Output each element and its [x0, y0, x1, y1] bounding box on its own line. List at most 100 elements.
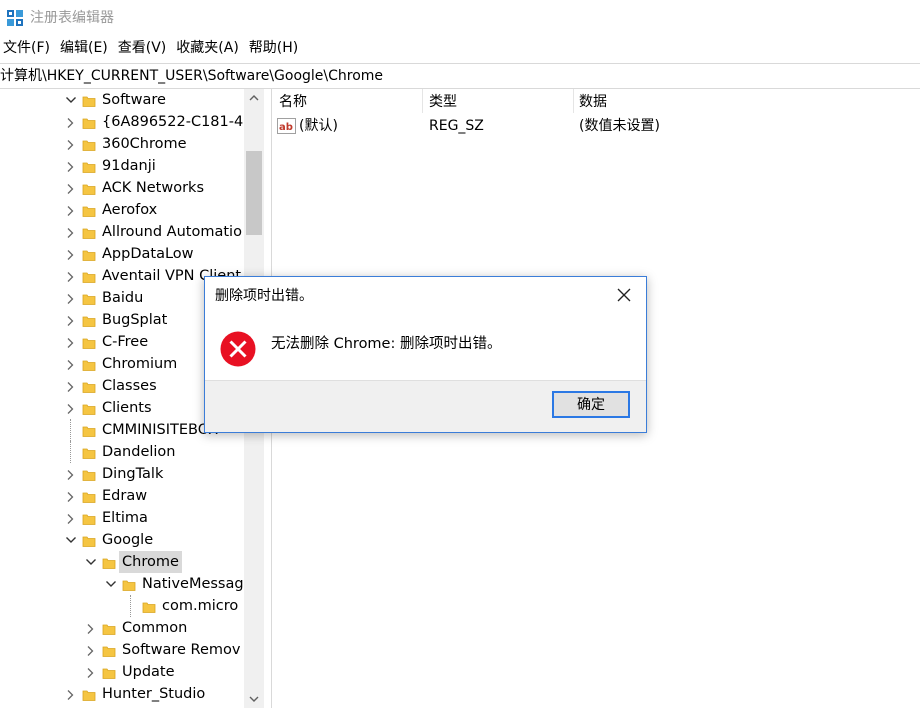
tree-item-nativemessag[interactable]: NativeMessag — [0, 573, 244, 595]
menu-file[interactable]: 文件(F) — [0, 37, 57, 59]
close-icon[interactable] — [614, 285, 634, 305]
tree-item-label: Software — [102, 92, 166, 108]
tree-item-label: NativeMessag — [142, 576, 244, 592]
tree-connector — [130, 595, 139, 617]
folder-icon — [82, 379, 96, 393]
chevron-right-icon[interactable] — [64, 243, 78, 265]
scroll-down-arrow[interactable] — [244, 690, 264, 708]
chevron-right-icon[interactable] — [64, 375, 78, 397]
chevron-right-icon[interactable] — [64, 397, 78, 419]
title-bar: 注册表编辑器 — [0, 0, 920, 36]
folder-icon — [82, 445, 96, 459]
folder-icon — [122, 577, 136, 591]
chevron-right-icon[interactable] — [64, 199, 78, 221]
tree-item-google[interactable]: Google — [0, 529, 244, 551]
tree-item-label: Classes — [102, 378, 157, 394]
folder-icon — [82, 159, 96, 173]
tree-item-update[interactable]: Update — [0, 661, 244, 683]
chevron-right-icon[interactable] — [64, 133, 78, 155]
dialog-footer: 确定 — [205, 380, 646, 432]
scroll-thumb[interactable] — [246, 151, 262, 235]
tree-item-eltima[interactable]: Eltima — [0, 507, 244, 529]
chevron-right-icon[interactable] — [64, 221, 78, 243]
menu-favorites[interactable]: 收藏夹(A) — [173, 37, 246, 59]
folder-icon — [82, 225, 96, 239]
folder-icon — [82, 313, 96, 327]
string-value-icon: ab — [277, 118, 296, 134]
tree-item-allround-automatio[interactable]: Allround Automatio — [0, 221, 244, 243]
folder-icon — [102, 665, 116, 679]
chevron-right-icon[interactable] — [64, 331, 78, 353]
tree-item-common[interactable]: Common — [0, 617, 244, 639]
tree-item-label: Update — [122, 664, 175, 680]
tree-item-dingtalk[interactable]: DingTalk — [0, 463, 244, 485]
folder-icon — [82, 489, 96, 503]
chevron-down-icon[interactable] — [84, 551, 98, 573]
chevron-right-icon[interactable] — [84, 661, 98, 683]
chevron-right-icon[interactable] — [64, 155, 78, 177]
value-name: (默认) — [299, 118, 338, 134]
tree-item-software[interactable]: Software — [0, 89, 244, 111]
window-title: 注册表编辑器 — [30, 10, 114, 26]
folder-icon — [82, 467, 96, 481]
value-row[interactable]: ab (默认) REG_SZ (数值未设置) — [272, 115, 920, 137]
address-bar[interactable]: 计算机\HKEY_CURRENT_USER\Software\Google\Ch… — [0, 63, 920, 89]
tree-item-6a896522-c181-4[interactable]: {6A896522-C181-4 — [0, 111, 244, 133]
chevron-down-icon[interactable] — [64, 89, 78, 111]
tree-item-label: Baidu — [102, 290, 144, 306]
menu-help[interactable]: 帮助(H) — [246, 37, 305, 59]
column-divider[interactable] — [422, 89, 423, 113]
chevron-right-icon[interactable] — [64, 683, 78, 705]
chevron-right-icon[interactable] — [64, 177, 78, 199]
column-divider[interactable] — [573, 89, 574, 113]
tree-item-360chrome[interactable]: 360Chrome — [0, 133, 244, 155]
column-header-type[interactable]: 类型 — [429, 89, 457, 113]
tree-item-label: 360Chrome — [102, 136, 187, 152]
folder-icon — [82, 511, 96, 525]
tree-item-dandelion[interactable]: Dandelion — [0, 441, 244, 463]
column-header-name[interactable]: 名称 — [279, 89, 307, 113]
tree-item-com-micro[interactable]: com.micro — [0, 595, 244, 617]
folder-icon — [82, 247, 96, 261]
chevron-down-icon — [249, 696, 259, 702]
tree-item-hunter-studio[interactable]: Hunter_Studio — [0, 683, 244, 705]
tree-item-ack-networks[interactable]: ACK Networks — [0, 177, 244, 199]
tree-item-appdatalow[interactable]: AppDataLow — [0, 243, 244, 265]
tree-item-label: Hunter_Studio — [102, 686, 206, 702]
address-path[interactable]: 计算机\HKEY_CURRENT_USER\Software\Google\Ch… — [0, 66, 383, 86]
ok-button[interactable]: 确定 — [552, 391, 630, 418]
column-header-data[interactable]: 数据 — [579, 89, 607, 113]
chevron-right-icon[interactable] — [64, 309, 78, 331]
error-icon — [220, 331, 256, 367]
tree-item-label: AppDataLow — [102, 246, 194, 262]
tree-item-software-remov[interactable]: Software Remov — [0, 639, 244, 661]
tree-item-edraw[interactable]: Edraw — [0, 485, 244, 507]
tree-item-label: Allround Automatio — [102, 224, 242, 240]
folder-icon — [82, 423, 96, 437]
chevron-right-icon[interactable] — [64, 353, 78, 375]
folder-icon — [82, 93, 96, 107]
folder-icon — [102, 555, 116, 569]
chevron-right-icon[interactable] — [64, 507, 78, 529]
tree-item-label: com.micro — [162, 598, 239, 614]
tree-item-aerofox[interactable]: Aerofox — [0, 199, 244, 221]
chevron-right-icon[interactable] — [64, 265, 78, 287]
chevron-right-icon[interactable] — [84, 639, 98, 661]
tree-item-91danji[interactable]: 91danji — [0, 155, 244, 177]
svg-text:ab: ab — [279, 122, 293, 133]
dialog-title: 删除项时出错。 — [215, 288, 313, 304]
folder-icon — [82, 203, 96, 217]
chevron-right-icon[interactable] — [84, 617, 98, 639]
chevron-right-icon[interactable] — [64, 287, 78, 309]
tree-item-label: Chromium — [102, 356, 178, 372]
chevron-right-icon[interactable] — [64, 111, 78, 133]
scroll-up-arrow[interactable] — [244, 89, 264, 107]
chevron-right-icon[interactable] — [64, 463, 78, 485]
chevron-down-icon[interactable] — [104, 573, 118, 595]
menu-view[interactable]: 查看(V) — [115, 37, 174, 59]
chevron-down-icon[interactable] — [64, 529, 78, 551]
chevron-right-icon[interactable] — [64, 485, 78, 507]
tree-item-chrome[interactable]: Chrome — [0, 551, 244, 573]
menu-edit[interactable]: 编辑(E) — [57, 37, 115, 59]
value-data: (数值未设置) — [579, 118, 660, 134]
